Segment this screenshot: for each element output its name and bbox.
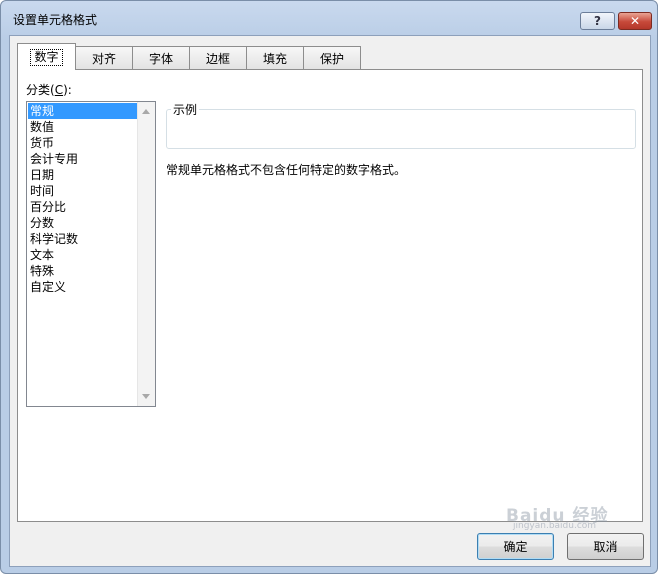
category-listbox[interactable]: 常规 数值 货币 会计专用 日期 时间 百分比 分数 科学记数 文本 特殊 自定… [26, 101, 156, 407]
list-item-special[interactable]: 特殊 [28, 263, 138, 279]
help-button[interactable]: ? [580, 12, 615, 30]
format-cells-dialog: 设置单元格格式 ? ✕ 数字 对齐 字体 边框 填充 保护 分类(C): 常规 … [0, 0, 658, 574]
sample-label: 示例 [171, 101, 200, 118]
sample-groupbox: 示例 [166, 101, 636, 149]
list-item-date[interactable]: 日期 [28, 167, 138, 183]
category-label: 分类(C): [26, 83, 72, 97]
list-item-text[interactable]: 文本 [28, 247, 138, 263]
scroll-up-arrow-icon[interactable] [142, 109, 150, 114]
list-item-percentage[interactable]: 百分比 [28, 199, 138, 215]
tab-border[interactable]: 边框 [189, 46, 247, 69]
tab-strip: 数字 对齐 字体 边框 填充 保护 [17, 43, 361, 70]
tab-number[interactable]: 数字 [17, 43, 76, 70]
list-item-general[interactable]: 常规 [28, 103, 138, 119]
title-bar[interactable]: 设置单元格格式 ? ✕ [1, 1, 657, 35]
tab-protection[interactable]: 保护 [303, 46, 361, 69]
list-item-scientific[interactable]: 科学记数 [28, 231, 138, 247]
list-item-number[interactable]: 数值 [28, 119, 138, 135]
list-item-currency[interactable]: 货币 [28, 135, 138, 151]
category-list: 常规 数值 货币 会计专用 日期 时间 百分比 分数 科学记数 文本 特殊 自定… [28, 103, 138, 295]
close-button[interactable]: ✕ [618, 12, 652, 30]
tab-alignment[interactable]: 对齐 [75, 46, 133, 69]
close-icon: ✕ [629, 14, 641, 28]
tab-font[interactable]: 字体 [132, 46, 190, 69]
list-item-time[interactable]: 时间 [28, 183, 138, 199]
dialog-body: 数字 对齐 字体 边框 填充 保护 分类(C): 常规 数值 货币 会计专用 日… [9, 35, 651, 567]
tab-fill[interactable]: 填充 [246, 46, 304, 69]
ok-button[interactable]: 确定 [477, 533, 554, 560]
cancel-button[interactable]: 取消 [567, 533, 644, 560]
dialog-title: 设置单元格格式 [13, 13, 98, 27]
format-description: 常规单元格格式不包含任何特定的数字格式。 [166, 163, 407, 177]
list-item-custom[interactable]: 自定义 [28, 279, 138, 295]
help-icon: ? [594, 14, 601, 28]
list-item-fraction[interactable]: 分数 [28, 215, 138, 231]
list-item-accounting[interactable]: 会计专用 [28, 151, 138, 167]
number-tab-page: 分类(C): 常规 数值 货币 会计专用 日期 时间 百分比 分数 科学记数 文… [17, 69, 643, 522]
category-scrollbar[interactable] [137, 102, 155, 406]
scroll-down-arrow-icon[interactable] [142, 394, 150, 399]
